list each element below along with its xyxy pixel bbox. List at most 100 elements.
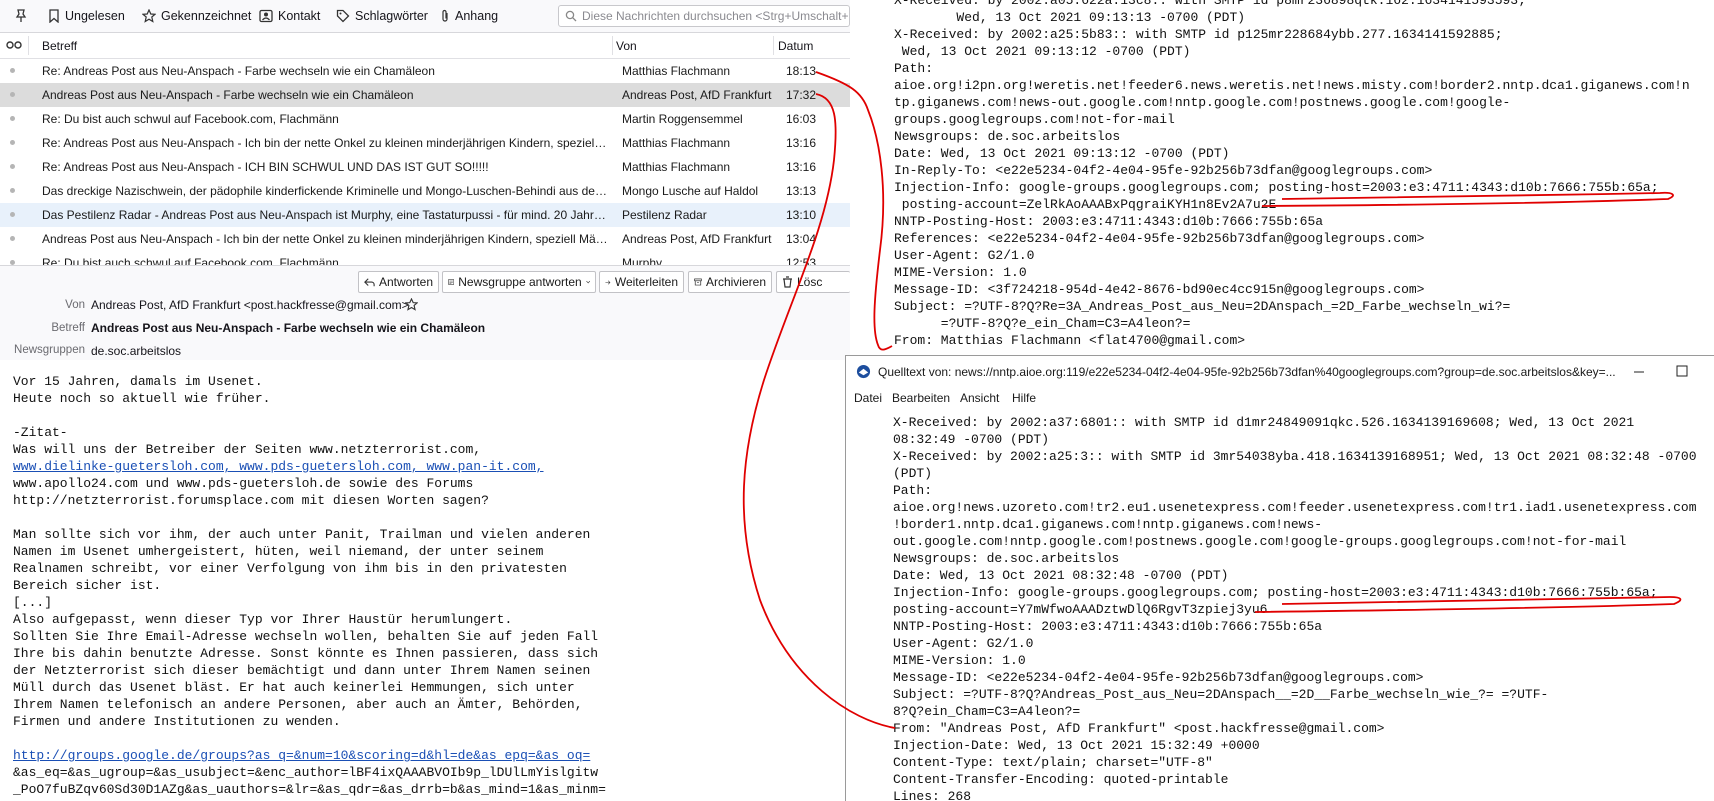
row-subject: Andreas Post aus Neu-Anspach - Ich bin d… — [42, 232, 608, 246]
read-status-icon[interactable] — [10, 188, 15, 193]
source-line: Content-Transfer-Encoding: quoted-printa… — [893, 772, 1229, 787]
read-status-icon[interactable] — [10, 164, 15, 169]
body-line-links[interactable]: Was will uns der Betreiber der Seiten ww… — [13, 441, 606, 458]
column-from[interactable]: Von — [616, 39, 637, 53]
newsgroup-icon — [448, 279, 455, 285]
search-input[interactable]: Diese Nachrichten durchsuchen <Strg+Umsc… — [558, 5, 850, 27]
table-row[interactable]: Re: Du bist auch schwul auf Facebook.com… — [0, 107, 850, 131]
thread-columns-icon[interactable] — [6, 40, 22, 50]
sticky-filter-button[interactable] — [14, 6, 28, 26]
body-line-links[interactable]: http://netzterrorist.forumsplace.com mit… — [13, 492, 606, 509]
table-row[interactable]: Re: Du bist auch schwul auf Facebook.com… — [0, 251, 850, 265]
filter-unread-button[interactable]: Ungelesen — [48, 6, 125, 26]
filter-contact-label: Kontakt — [278, 9, 321, 23]
filter-contact-button[interactable]: Kontakt — [259, 6, 320, 26]
minimize-icon[interactable] — [1633, 366, 1645, 378]
reply-source-view: X-Received: by 2002:a05:622a:13c8:: with… — [850, 0, 1714, 352]
contact-icon — [259, 9, 273, 23]
body-line — [13, 407, 606, 424]
body-line: [...] — [13, 595, 53, 610]
reply-button[interactable]: Antworten — [358, 271, 439, 293]
read-status-icon[interactable] — [10, 92, 15, 97]
row-date: 18:13 — [786, 64, 817, 78]
body-line: der Netzterrorist sich dieser bemächtigt… — [13, 663, 591, 678]
tag-icon — [336, 9, 350, 23]
source-line: NNTP-Posting-Host: 2003:e3:4711:4343:d10… — [894, 214, 1324, 229]
row-date: 13:16 — [786, 136, 817, 150]
filter-tags-button[interactable]: Schlagwörter — [336, 6, 428, 26]
source-line: aioe.org!i2pn.org!weretis.net!feeder6.ne… — [894, 78, 1690, 93]
body-line: Ihre bis dahin benutzte Adresse. Sonst k… — [13, 646, 599, 661]
source-line: In-Reply-To: <e22e5234-04f2-4e04-95fe-92… — [894, 163, 1433, 178]
source-line: Wed, 13 Oct 2021 09:13:13 -0700 (PDT) — [894, 10, 1246, 25]
filter-attachment-button[interactable]: Anhang — [440, 6, 498, 26]
table-row[interactable]: Re: Andreas Post aus Neu-Anspach - ICH B… — [0, 155, 850, 179]
source-line: Message-ID: <e22e5234-04f2-4e04-95fe-92b… — [893, 670, 1424, 685]
from-value[interactable]: Andreas Post, AfD Frankfurt <post.hackfr… — [91, 298, 409, 312]
forward-button[interactable]: Weiterleiten — [599, 271, 684, 293]
row-from: Martin Roggensemmel — [622, 112, 743, 126]
table-row-selected[interactable]: Andreas Post aus Neu-Anspach - Farbe wec… — [0, 83, 850, 107]
source-line-from: From: Matthias Flachmann <flat4700@gmail… — [894, 333, 1246, 348]
source-line: !border1.nntp.dca1.giganews.com!nntp.gig… — [893, 517, 1323, 532]
maximize-icon[interactable] — [1676, 365, 1688, 377]
filter-attachment-label: Anhang — [455, 9, 499, 23]
paperclip-icon — [442, 9, 448, 22]
row-from: Murphy — [622, 256, 663, 265]
row-date: 13:04 — [786, 232, 817, 246]
body-line — [13, 509, 606, 526]
column-date[interactable]: Datum — [778, 39, 813, 53]
newsgroups-value[interactable]: de.soc.arbeitslos — [91, 344, 181, 358]
read-status-icon[interactable] — [10, 68, 15, 73]
filter-tags-label: Schlagwörter — [355, 9, 428, 23]
table-row[interactable]: Re: Andreas Post aus Neu-Anspach - Ich b… — [0, 131, 850, 155]
quick-filter-bar: Ungelesen Gekennzeichnet Kontakt Schlagw… — [0, 0, 850, 33]
source-line: Date: Wed, 13 Oct 2021 08:32:48 -0700 (P… — [893, 568, 1229, 583]
reply-group-button[interactable]: Newsgruppe antworten — [442, 271, 596, 293]
column-subject[interactable]: Betreff — [42, 39, 77, 53]
forward-icon — [605, 279, 611, 285]
read-status-icon[interactable] — [10, 212, 15, 217]
body-line: Heute noch so aktuell wie früher. — [13, 391, 271, 406]
source-line: Subject: =?UTF-8?Q?Re=3A_Andreas_Post_au… — [894, 299, 1511, 314]
body-line[interactable]: _PoO7fuBZqv60Sd30D1AZg&as_uauthors=&lr=&… — [13, 781, 606, 798]
star-icon — [142, 9, 156, 23]
delete-button[interactable]: Lösc — [776, 271, 850, 293]
table-row[interactable]: Re: Andreas Post aus Neu-Anspach - Farbe… — [0, 59, 850, 83]
read-status-icon[interactable] — [10, 116, 15, 121]
body-line[interactable]: &as_eq=&as_ugroup=&as_usubject=&enc_auth… — [13, 764, 606, 781]
source-line: Lines: 268 — [893, 789, 972, 801]
menu-file[interactable]: Datei — [854, 391, 882, 405]
star-icon[interactable] — [405, 298, 418, 311]
filter-starred-button[interactable]: Gekennzeichnet — [142, 6, 251, 26]
body-line-links[interactable]: www.apollo24.com und www.pds-guetersloh.… — [13, 475, 606, 492]
row-subject: Re: Du bist auch schwul auf Facebook.com… — [42, 112, 339, 126]
thread-list: Re: Andreas Post aus Neu-Anspach - Farbe… — [0, 59, 850, 265]
chevron-down-icon[interactable] — [585, 279, 590, 285]
table-row[interactable]: Das dreckige Nazischwein, der pädophile … — [0, 179, 850, 203]
source-line: MIME-Version: 1.0 — [894, 265, 1027, 280]
read-status-icon[interactable] — [10, 236, 15, 241]
filter-unread-label: Ungelesen — [65, 9, 125, 23]
source-line: Wed, 13 Oct 2021 09:13:12 -0700 (PDT) — [894, 44, 1191, 59]
body-line: Realnamen schreibt, vor einer Verfolgung… — [13, 561, 567, 576]
menu-help[interactable]: Hilfe — [1012, 391, 1036, 405]
subject-value: Andreas Post aus Neu-Anspach - Farbe wec… — [91, 321, 486, 335]
source-window: Quelltext von: news://nntp.aioe.org:119/… — [845, 355, 1714, 801]
source-line: X-Received: by 2002:a37:6801:: with SMTP… — [893, 415, 1635, 430]
table-row-hovered[interactable]: Das Pestilenz Radar - Andreas Post aus N… — [0, 203, 850, 227]
source-line: User-Agent: G2/1.0 — [894, 248, 1035, 263]
archive-button[interactable]: Archivieren — [688, 271, 772, 293]
bookmark-icon — [49, 9, 59, 23]
read-status-icon[interactable] — [10, 140, 15, 145]
row-subject: Das dreckige Nazischwein, der pädophile … — [42, 184, 608, 198]
menu-view[interactable]: Ansicht — [960, 391, 999, 405]
body-link[interactable]: http://groups.google.de/groups?as_q=&num… — [13, 747, 606, 764]
menu-edit[interactable]: Bearbeiten — [892, 391, 950, 405]
table-row[interactable]: Andreas Post aus Neu-Anspach - Ich bin d… — [0, 227, 850, 251]
column-separator — [773, 36, 774, 55]
body-line: -Zitat- — [13, 425, 68, 440]
forward-label: Weiterleiten — [614, 275, 678, 289]
body-line: Sollten Sie Ihre Email-Adresse wechseln … — [13, 629, 599, 644]
body-line-links[interactable]: www.dielinke-guetersloh.com, www.pds-gue… — [13, 458, 606, 475]
